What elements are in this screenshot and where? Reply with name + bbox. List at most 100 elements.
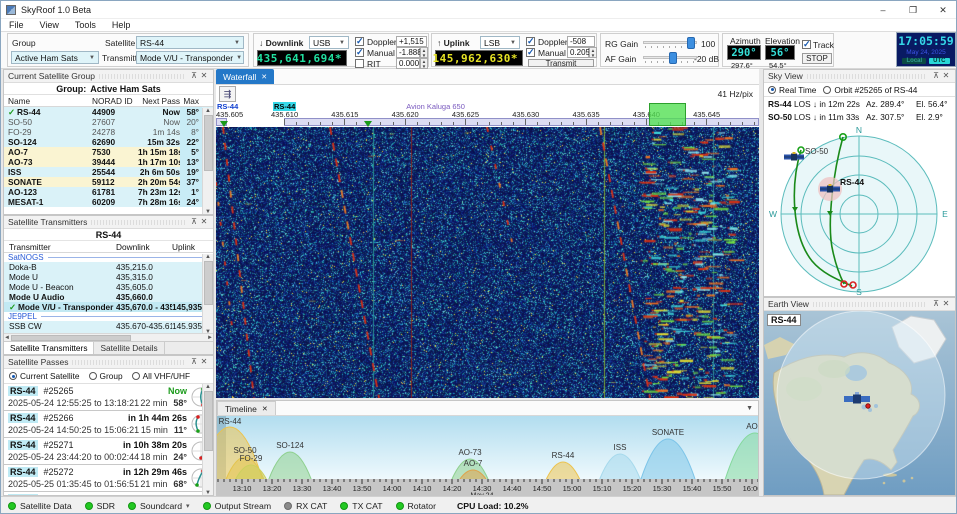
column-header[interactable]: NORAD ID: [92, 96, 138, 106]
table-row[interactable]: Mode U435,315.0: [4, 272, 213, 282]
tuned-region-box[interactable]: [649, 103, 685, 126]
close-icon[interactable]: ✕: [941, 71, 951, 81]
vertical-scrollbar[interactable]: ▲▼: [202, 254, 213, 335]
table-row[interactable]: SO-5027607Now20°: [4, 117, 213, 127]
timeline-tab[interactable]: Timeline✕: [217, 401, 276, 415]
close-icon[interactable]: ✕: [199, 357, 209, 367]
filter-radio-all-vhf-uhf[interactable]: All VHF/UHF: [132, 371, 190, 381]
uplink-doppler-checkbox[interactable]: [526, 37, 535, 46]
waterfall-tab[interactable]: Waterfall✕: [216, 69, 274, 84]
close-icon[interactable]: ✕: [199, 217, 209, 227]
group-select[interactable]: Active Ham Sats▼: [11, 51, 99, 64]
table-row[interactable]: SSB CW435.670-435.610145.935-145: [4, 321, 213, 331]
local-time-button[interactable]: Local: [902, 58, 926, 64]
pass-list-item[interactable]: RS-44#25266in 1h 44m 26s2025-05-24 14:50…: [4, 411, 213, 438]
downlink-rit-checkbox[interactable]: [355, 59, 364, 68]
downlink-manual-checkbox[interactable]: [355, 48, 364, 57]
menu-item-view[interactable]: View: [32, 19, 67, 31]
vertical-scrollbar[interactable]: ▲▼: [202, 384, 213, 496]
station-label[interactable]: RS-44: [217, 102, 238, 111]
earth-view-map[interactable]: RS-44: [764, 311, 955, 495]
chevron-down-icon[interactable]: ▾: [186, 502, 190, 510]
table-row[interactable]: MESAT-1602097h 28m 16s24°: [4, 197, 213, 207]
table-row[interactable]: AO-123617817h 23m 12s1°: [4, 187, 213, 197]
downlink-doppler-checkbox[interactable]: [355, 37, 364, 46]
transmitter-select[interactable]: Mode V/U - Transponder▼: [136, 51, 244, 64]
table-row[interactable]: ✓Mode V/U - Transponder435,670.0 - 435,6…: [4, 302, 213, 312]
status-item-tx-cat[interactable]: TX CAT: [340, 501, 382, 511]
downlink-manual-spinner[interactable]: ▲▼: [420, 47, 428, 58]
close-icon[interactable]: ✕: [262, 405, 268, 413]
close-icon[interactable]: ✕: [199, 71, 209, 81]
table-row[interactable]: SONATE591122h 20m 54s37°: [4, 177, 213, 187]
waterfall-settings-button[interactable]: ⇶: [219, 86, 236, 102]
horizontal-scrollbar[interactable]: ◄►: [4, 333, 213, 341]
pass-list-item[interactable]: RS-44#25265Now2025-05-24 12:55:25 to 13:…: [4, 384, 213, 411]
table-row[interactable]: ISS255442h 6m 50s19°: [4, 167, 213, 177]
af-gain-slider[interactable]: [643, 52, 697, 64]
status-item-rx-cat[interactable]: RX CAT: [284, 501, 327, 511]
column-header[interactable]: Uplink: [172, 242, 204, 252]
table-row[interactable]: Doka-B435,215.0: [4, 262, 213, 272]
downlink-mode-select[interactable]: USB▼: [309, 36, 349, 49]
table-row[interactable]: SO-1246269015m 32s22°: [4, 137, 213, 147]
table-row[interactable]: AO-775301h 15m 18s5°: [4, 147, 213, 157]
table-row[interactable]: ✓RS-4444909Now58°: [4, 107, 213, 117]
column-header[interactable]: Transmitter: [4, 242, 116, 252]
downlink-doppler-value[interactable]: +1,515: [396, 36, 427, 47]
satellite-select[interactable]: RS-44▼: [136, 36, 244, 49]
station-label[interactable]: RS-44: [273, 102, 296, 111]
sky-view-polar-plot[interactable]: NSWERS-44SO-50: [764, 124, 955, 296]
utc-time-button[interactable]: UTC: [929, 58, 949, 64]
station-label[interactable]: Avion Kaluga 650: [406, 102, 465, 111]
transmit-button[interactable]: Transmit: [528, 59, 594, 67]
downlink-manual-value[interactable]: -1.888: [396, 47, 420, 58]
timeline-chart[interactable]: RS-44SO-50FO-29SO-124AO-73AO-7RS-44ISSSO…: [217, 416, 758, 495]
uplink-doppler-value[interactable]: -508: [567, 36, 595, 47]
downlink-rit-spinner[interactable]: ▲▼: [420, 58, 428, 69]
filter-radio-group[interactable]: Group: [89, 371, 123, 381]
column-header[interactable]: Name: [4, 96, 92, 106]
column-header[interactable]: Downlink: [116, 242, 172, 252]
table-row[interactable]: FO-29242781m 14s8°: [4, 127, 213, 137]
stop-button[interactable]: STOP: [802, 53, 832, 64]
downlink-rit-value[interactable]: 0.000: [396, 58, 420, 69]
menu-item-tools[interactable]: Tools: [67, 19, 104, 31]
pass-list-item[interactable]: RS-44#25271in 10h 38m 20s2025-05-24 23:4…: [4, 438, 213, 465]
uplink-manual-checkbox[interactable]: [526, 48, 535, 57]
uplink-manual-value[interactable]: 0.205: [567, 47, 589, 58]
pin-icon[interactable]: ⊼: [189, 357, 199, 367]
pin-icon[interactable]: ⊼: [189, 217, 199, 227]
uplink-manual-spinner[interactable]: ▲▼: [589, 47, 597, 58]
status-item-satellite-data[interactable]: Satellite Data: [8, 501, 72, 511]
table-row[interactable]: Mode U - Beacon435,605.0: [4, 282, 213, 292]
table-row[interactable]: Mode U Audio435,660.0: [4, 292, 213, 302]
column-header[interactable]: Next Pass: [138, 96, 180, 106]
status-item-sdr[interactable]: SDR: [85, 501, 115, 511]
close-button[interactable]: ✕: [928, 1, 957, 19]
pass-list-item[interactable]: RS-44#25272in 12h 29m 46s2025-05-25 01:3…: [4, 465, 213, 492]
status-item-output-stream[interactable]: Output Stream: [203, 501, 272, 511]
filter-radio-current-satellite[interactable]: Current Satellite: [9, 371, 80, 381]
menu-item-file[interactable]: File: [1, 19, 32, 31]
track-checkbox[interactable]: [802, 40, 811, 49]
vertical-scrollbar[interactable]: ▲▼: [202, 108, 213, 215]
status-item-rotator[interactable]: Rotator: [396, 501, 437, 511]
uplink-mode-select[interactable]: LSB▼: [480, 36, 520, 49]
rf-gain-slider[interactable]: [643, 37, 697, 49]
minimize-button[interactable]: –: [868, 1, 898, 19]
chevron-down-icon[interactable]: ▼: [746, 405, 753, 412]
pin-icon[interactable]: ⊼: [931, 299, 941, 309]
sky-mode-radio[interactable]: Real Time: [768, 85, 816, 95]
maximize-button[interactable]: ❐: [898, 1, 928, 19]
close-icon[interactable]: ✕: [941, 299, 951, 309]
column-header[interactable]: Max: [180, 96, 202, 106]
sky-mode-radio[interactable]: Orbit #25265 of RS-44: [823, 85, 917, 95]
waterfall-spectrum[interactable]: [216, 127, 759, 398]
pin-icon[interactable]: ⊼: [931, 71, 941, 81]
tab-satellite-details[interactable]: Satellite Details: [94, 342, 164, 354]
pin-icon[interactable]: ⊼: [189, 71, 199, 81]
tab-satellite-transmitters[interactable]: Satellite Transmitters: [4, 342, 94, 354]
close-icon[interactable]: ✕: [261, 73, 267, 81]
downlink-frequency-display[interactable]: 435,641,694*: [257, 50, 347, 66]
